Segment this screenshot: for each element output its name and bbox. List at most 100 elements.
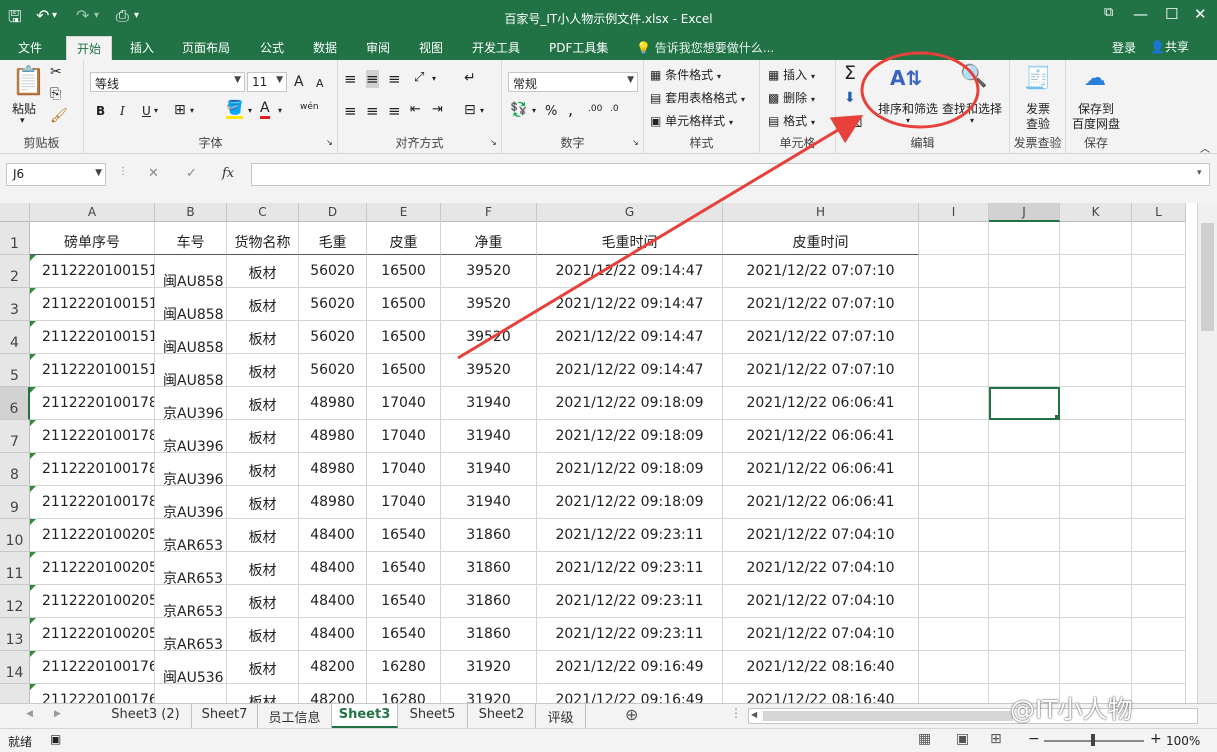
tell-me-box[interactable]: 💡 告诉我您想要做什么... [636, 39, 774, 56]
data-cell[interactable]: 京AR653 [155, 519, 227, 552]
clear-icon[interactable]: ⌫ [844, 116, 862, 131]
data-cell[interactable]: 48400 [299, 519, 367, 552]
data-cell[interactable]: 闽AU858 [155, 321, 227, 354]
data-cell[interactable]: 板材 [227, 288, 299, 321]
data-cell[interactable]: 2112220100176 [30, 684, 155, 703]
empty-cell[interactable] [919, 255, 989, 288]
empty-cell[interactable] [1132, 618, 1186, 651]
data-cell[interactable]: 31920 [441, 651, 537, 684]
data-cell[interactable]: 闽AU858 [155, 255, 227, 288]
name-box[interactable]: J6 ▼ [6, 163, 106, 186]
data-cell[interactable]: 31940 [441, 453, 537, 486]
underline-button[interactable]: U [142, 104, 151, 118]
copy-icon[interactable]: ⎘ [50, 86, 61, 102]
zoom-slider-thumb[interactable] [1091, 734, 1095, 746]
conditional-format-button[interactable]: ▦ 条件格式 ▾ [650, 66, 721, 83]
data-cell[interactable]: 48200 [299, 684, 367, 703]
empty-cell[interactable] [919, 354, 989, 387]
sort-filter-button[interactable]: 排序和筛选 [878, 100, 938, 117]
row-header[interactable]: 11 [0, 552, 30, 585]
data-cell[interactable]: 17040 [367, 486, 441, 519]
align-center-icon[interactable]: ≡ [366, 102, 379, 120]
empty-cell[interactable] [1060, 651, 1132, 684]
empty-cell[interactable] [919, 453, 989, 486]
format-as-table-button[interactable]: ▤ 套用表格格式 ▾ [650, 89, 745, 106]
page-break-view-icon[interactable]: ⊞ [990, 731, 1002, 747]
data-cell[interactable]: 2021/12/22 09:14:47 [537, 354, 723, 387]
data-cell[interactable]: 2112220100178 [30, 453, 155, 486]
row-header[interactable] [0, 684, 30, 703]
data-cell[interactable]: 闽AU858 [155, 354, 227, 387]
tab-view[interactable]: 视图 [419, 39, 443, 56]
shrink-font-icon[interactable]: A [316, 77, 324, 90]
find-select-dropdown-icon[interactable]: ▾ [970, 116, 974, 125]
column-header[interactable]: I [919, 203, 989, 222]
tab-pdf-tools[interactable]: PDF工具集 [549, 39, 608, 56]
empty-cell[interactable] [989, 552, 1060, 585]
empty-cell[interactable] [919, 618, 989, 651]
row-header[interactable]: 14 [0, 651, 30, 684]
data-cell[interactable]: 京AU396 [155, 420, 227, 453]
tab-file[interactable]: 文件 [18, 39, 42, 56]
bold-button[interactable]: B [96, 104, 105, 118]
empty-cell[interactable] [1132, 420, 1186, 453]
scroll-sheets-right-icon[interactable]: ▶ [54, 709, 61, 719]
font-color-dropdown-icon[interactable]: ▾ [278, 106, 282, 115]
data-cell[interactable]: 31860 [441, 585, 537, 618]
borders-dropdown-icon[interactable]: ▾ [190, 106, 194, 115]
empty-cell[interactable] [1132, 453, 1186, 486]
empty-cell[interactable] [1060, 618, 1132, 651]
data-cell[interactable]: 2112220100178 [30, 387, 155, 420]
empty-cell[interactable] [1060, 288, 1132, 321]
data-cell[interactable]: 2112220100151 [30, 255, 155, 288]
data-cell[interactable]: 48980 [299, 420, 367, 453]
sheet-tab[interactable]: Sheet3 [332, 704, 398, 728]
align-middle-icon[interactable]: ≡ [366, 70, 379, 88]
scroll-left-icon[interactable]: ◀ [751, 710, 757, 719]
data-cell[interactable]: 16280 [367, 651, 441, 684]
data-cell[interactable]: 39520 [441, 321, 537, 354]
wrap-text-icon[interactable]: ↵ [464, 70, 476, 86]
horizontal-scroll-thumb[interactable] [763, 711, 1013, 721]
data-cell[interactable]: 2021/12/22 09:14:47 [537, 288, 723, 321]
empty-cell[interactable] [989, 321, 1060, 354]
data-cell[interactable]: 板材 [227, 453, 299, 486]
save-to-cloud-line2[interactable]: 百度网盘 [1072, 115, 1120, 132]
row-header[interactable]: 2 [0, 255, 30, 288]
data-cell[interactable]: 48200 [299, 651, 367, 684]
data-cell[interactable]: 京AR653 [155, 552, 227, 585]
data-cell[interactable]: 56020 [299, 288, 367, 321]
data-cell[interactable]: 39520 [441, 288, 537, 321]
data-cell[interactable]: 17040 [367, 453, 441, 486]
zoom-out-button[interactable]: − [1028, 731, 1040, 747]
data-cell[interactable] [155, 684, 227, 703]
comma-button[interactable]: , [568, 100, 573, 119]
header-cell[interactable]: 皮重 [367, 222, 441, 255]
data-cell[interactable]: 2021/12/22 06:06:41 [723, 486, 919, 519]
empty-cell[interactable] [989, 288, 1060, 321]
empty-cell[interactable] [919, 321, 989, 354]
empty-cell[interactable] [1132, 387, 1186, 420]
empty-cell[interactable] [1060, 321, 1132, 354]
empty-cell[interactable] [1060, 486, 1132, 519]
data-cell[interactable]: 板材 [227, 651, 299, 684]
data-cell[interactable]: 2021/12/22 07:04:10 [723, 519, 919, 552]
empty-cell[interactable] [989, 354, 1060, 387]
data-cell[interactable]: 48980 [299, 486, 367, 519]
data-cell[interactable]: 31860 [441, 552, 537, 585]
data-cell[interactable]: 31940 [441, 420, 537, 453]
close-icon[interactable]: ✕ [1194, 5, 1207, 23]
column-header[interactable]: K [1060, 203, 1132, 222]
grow-font-icon[interactable]: A [294, 74, 304, 90]
data-cell[interactable]: 48980 [299, 453, 367, 486]
maximize-icon[interactable]: ☐ [1165, 5, 1178, 23]
login-link[interactable]: 登录 [1112, 39, 1136, 56]
data-cell[interactable]: 京AU396 [155, 453, 227, 486]
data-cell[interactable]: 31920 [441, 684, 537, 703]
font-name-select[interactable]: 等线 ▼ [90, 72, 245, 92]
data-cell[interactable]: 板材 [227, 552, 299, 585]
column-header[interactable]: D [299, 203, 367, 222]
format-cells-button[interactable]: ▤ 格式 ▾ [768, 112, 815, 129]
data-cell[interactable]: 2021/12/22 07:07:10 [723, 255, 919, 288]
empty-cell[interactable] [919, 519, 989, 552]
